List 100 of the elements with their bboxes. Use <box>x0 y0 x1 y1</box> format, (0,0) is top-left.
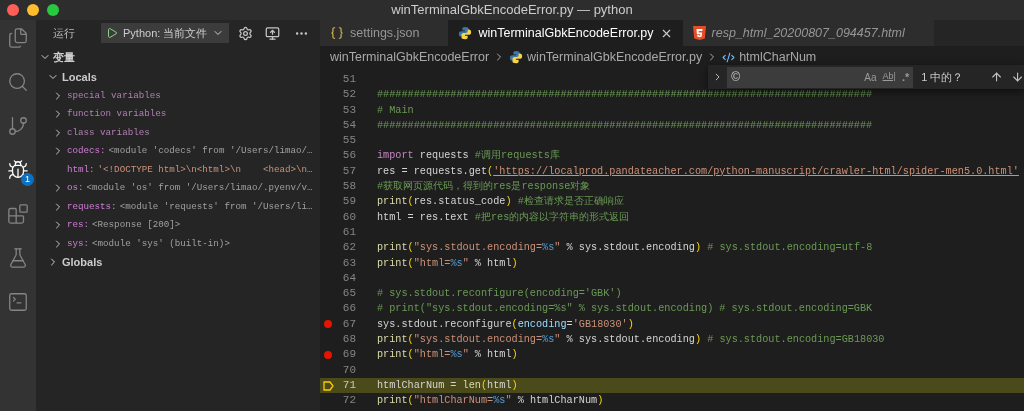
notification-badge: 1 <box>21 173 34 186</box>
scope-label: Locals <box>62 70 97 85</box>
breadcrumb-item[interactable]: winTerminalGbkEncodeError.py <box>527 47 703 67</box>
html-icon <box>692 26 706 40</box>
play-icon <box>106 27 118 39</box>
line-number: 53 <box>341 102 356 118</box>
variable-name: os: <box>67 181 84 196</box>
search-option-toggle[interactable]: .* <box>901 68 910 86</box>
sidebar-title: 运行 <box>53 25 76 41</box>
code-line: # Main <box>377 103 414 118</box>
line-number: 63 <box>341 255 356 271</box>
window-title: winTerminalGbkEncodeError.py — python <box>391 1 633 20</box>
line-number: 64 <box>341 270 356 286</box>
line-number: 68 <box>341 332 356 348</box>
previous-match-icon[interactable] <box>989 70 1003 84</box>
variable-name: codecs: <box>67 144 106 159</box>
line-number: 69 <box>341 347 356 363</box>
search-option-toggle[interactable]: Ab| <box>882 70 896 84</box>
variable-row[interactable]: sys: <module 'sys' (built-in)> <box>36 234 320 253</box>
line-number: 55 <box>341 133 356 149</box>
code-line: htmlCharNum = len(html) <box>377 378 518 393</box>
variable-name: requests: <box>67 199 117 214</box>
maximize-window-control[interactable] <box>47 4 59 16</box>
line-number: 51 <box>341 72 356 87</box>
find-input-field[interactable]: © Aa Ab| .* <box>727 66 914 88</box>
variable-name: function variables <box>67 107 167 122</box>
scope-row[interactable]: Globals <box>36 253 320 272</box>
line-number: 66 <box>341 301 356 317</box>
breadcrumb-item[interactable]: winTerminalGbkEncodeError <box>330 47 490 67</box>
scm-activity-icon[interactable] <box>6 114 30 138</box>
variable-value: '<!DOCTYPE html>\n<html>\n <head>\n… <box>97 162 313 177</box>
code-line: sys.stdout.reconfigure(encoding='GB18030') <box>377 317 634 332</box>
code-line: ################################################################################# <box>377 88 873 103</box>
terminal-activity-icon[interactable] <box>6 290 30 314</box>
next-match-icon[interactable] <box>1010 70 1024 84</box>
variable-row[interactable]: os: <module 'os' from '/Users/limao/.pyenv/v… <box>36 179 320 198</box>
code-line: print(res.status_code) #检查请求是否正确响应 <box>377 194 624 210</box>
extensions-activity-icon[interactable] <box>6 202 30 226</box>
variable-name: special variables <box>67 88 161 103</box>
variable-value: <module 'requests' from '/Users/li… <box>119 199 313 214</box>
code-line: res = requests.get('https://localprod.pandateacher.com/python-manuscript/crawler-html/spider-men5.0.html' <box>377 164 1019 179</box>
code-line: html = res.text #把res的内容以字符串的形式返回 <box>377 210 630 225</box>
line-number: 62 <box>341 240 356 256</box>
section-title: 变量 <box>53 49 75 65</box>
python-icon <box>509 50 524 64</box>
line-number: 56 <box>341 148 356 164</box>
line-number: 54 <box>341 117 356 133</box>
braces-icon <box>330 26 344 40</box>
code-line: print("sys.stdout.encoding=%s" % sys.stdout.encoding) # sys.stdout.encoding=GB18030 <box>377 333 885 348</box>
variable-row[interactable]: res: <Response [200]> <box>36 216 320 235</box>
code-line: # print("sys.stdout.encoding=%s" % sys.stdout.encoding) # sys.stdout.encoding=GBK <box>377 302 873 317</box>
variable-row[interactable]: requests: <module 'requests' from '/Users/li… <box>36 197 320 216</box>
variable-name: sys: <box>67 236 90 251</box>
variable-name: res: <box>67 218 90 233</box>
variable-row[interactable]: class variables <box>36 123 320 142</box>
settings-icon[interactable] <box>238 25 253 41</box>
minimize-window-control[interactable] <box>27 4 39 16</box>
variable-name: class variables <box>67 125 150 140</box>
line-number: 71 <box>341 377 356 393</box>
line-number: 70 <box>341 362 356 378</box>
line-number: 65 <box>341 286 356 302</box>
run-config-dropdown[interactable]: Python: 当前文件 <box>101 23 229 43</box>
line-number: 58 <box>341 179 356 195</box>
code-line: print("html=%s" % html) <box>377 256 518 271</box>
breadcrumb-item[interactable]: htmlCharNum <box>739 47 817 67</box>
variable-value: <module 'codecs' from '/Users/limao/… <box>108 144 313 159</box>
line-number: 59 <box>341 194 356 210</box>
variable-value: <module 'sys' (built-in)> <box>92 236 230 251</box>
editor-tab[interactable]: resp_html_20200807_094457.html <box>682 20 934 46</box>
line-number: 52 <box>341 87 356 103</box>
code-line: # sys.stdout.reconfigure(encoding='GBK') <box>377 287 622 302</box>
search-option-toggle[interactable]: Aa <box>864 69 877 85</box>
section-header[interactable]: 变量 <box>36 46 320 68</box>
editor-tab[interactable]: settings.json <box>320 20 449 46</box>
variable-row[interactable]: html: '<!DOCTYPE html>\n<html>\n <head>\n… <box>36 160 320 179</box>
variable-row[interactable]: special variables <box>36 86 320 105</box>
debug-pointer-icon <box>322 380 334 391</box>
code-line: print("sys.stdout.encoding=%s" % sys.stdout.encoding) # sys.stdout.encoding=utf-8 <box>377 241 873 256</box>
python-icon <box>458 26 473 40</box>
code-line: ################################################################################# <box>377 118 873 133</box>
console-icon[interactable] <box>265 25 280 41</box>
variable-name: html: <box>67 162 95 177</box>
code-line: print("htmlCharNum=%s" % htmlCharNum) <box>377 394 604 409</box>
variable-value: <module 'os' from '/Users/limao/.pyenv/v… <box>86 181 313 196</box>
code-line: print("html=%s" % html) <box>377 348 518 363</box>
line-number: 60 <box>341 209 356 225</box>
line-number: 67 <box>341 316 356 332</box>
search-activity-icon[interactable] <box>6 70 30 94</box>
line-number: 61 <box>341 224 356 240</box>
line-number: 57 <box>341 163 356 179</box>
code-line: #获取网页源代码，得到的res是response对象 <box>377 179 591 195</box>
scope-label: Globals <box>62 255 103 270</box>
variable-row[interactable]: codecs: <module 'codecs' from '/Users/limao/… <box>36 142 320 161</box>
code-line: import requests #调用requests库 <box>377 148 560 164</box>
variable-row[interactable]: function variables <box>36 105 320 124</box>
files-activity-icon[interactable] <box>6 26 30 50</box>
match-count: 1 中的？ <box>921 69 965 85</box>
editor-tab[interactable]: winTerminalGbkEncodeError.py <box>448 20 683 46</box>
scope-row[interactable]: Locals <box>36 68 320 87</box>
close-window-control[interactable] <box>7 4 19 16</box>
